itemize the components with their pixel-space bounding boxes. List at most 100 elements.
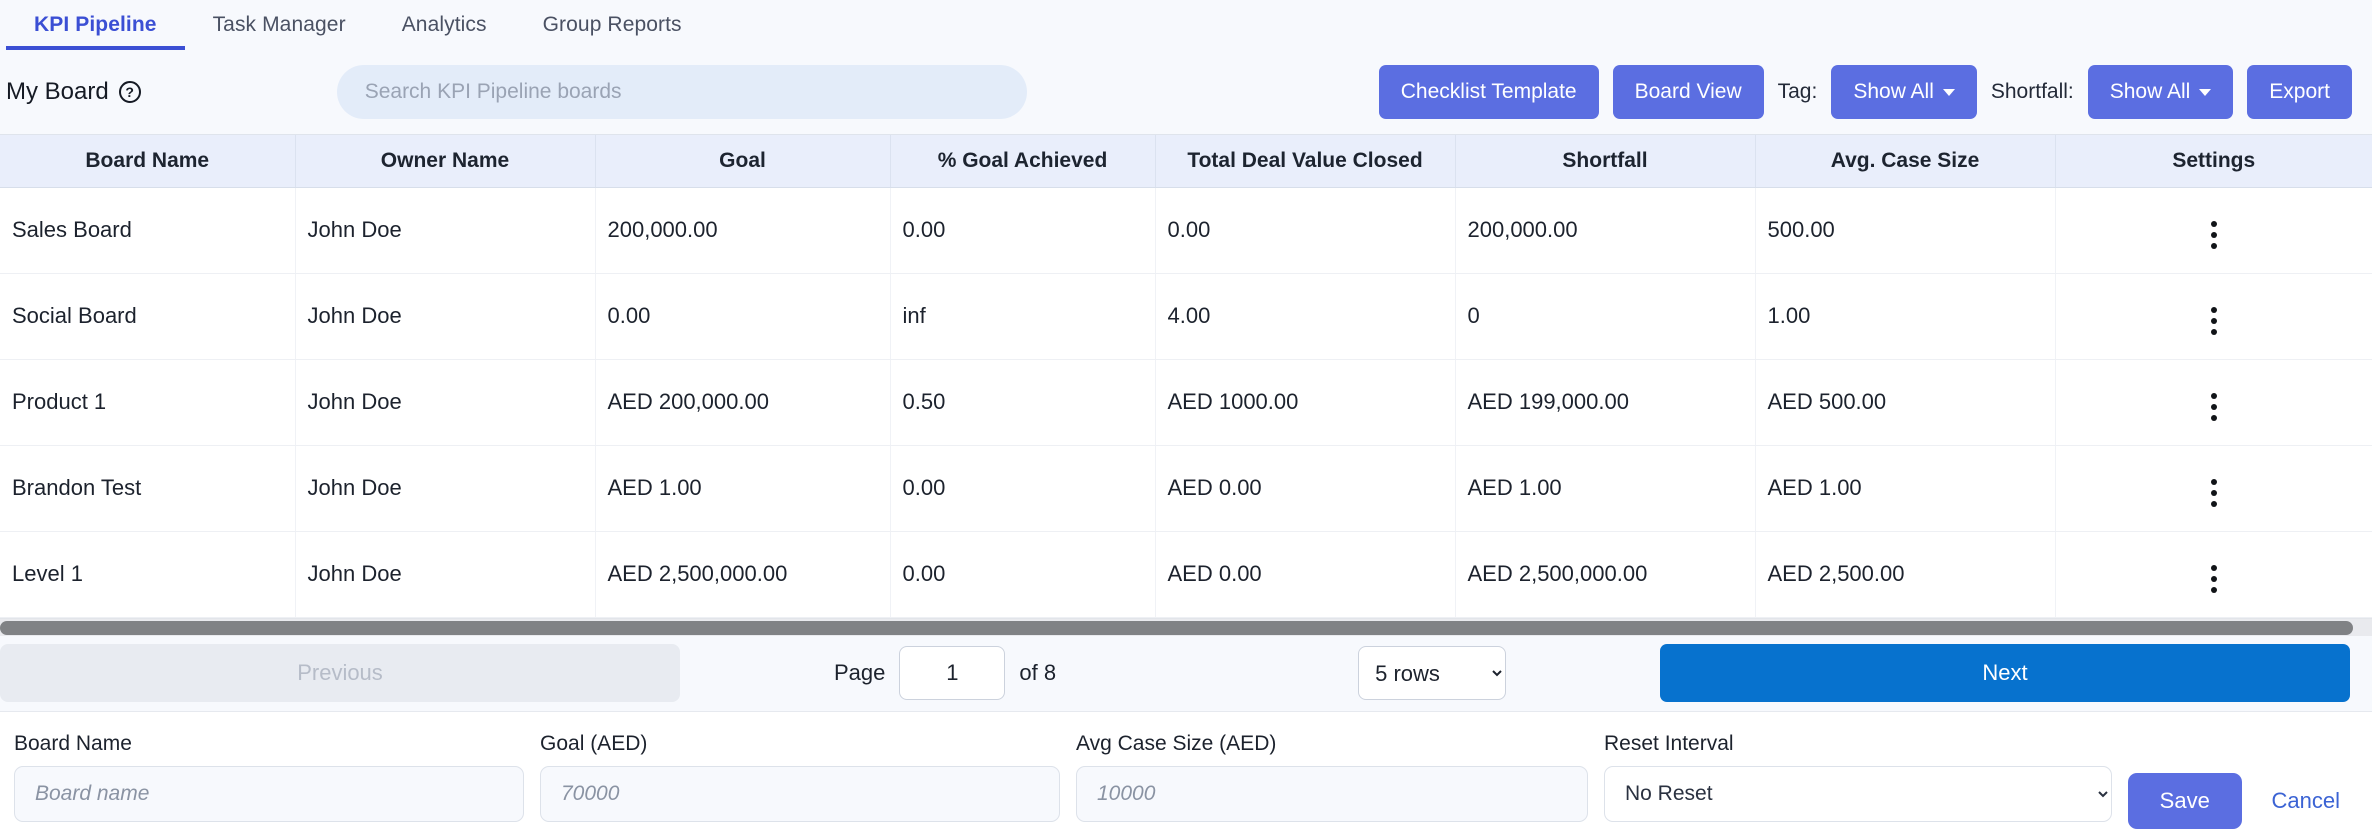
shortfall-filter-dropdown[interactable]: Show All xyxy=(2087,65,2234,119)
column-header-goal[interactable]: Goal xyxy=(595,135,891,188)
row-menu-icon[interactable] xyxy=(2201,389,2227,425)
avg-case-size-label: Avg Case Size (AED) xyxy=(1076,731,1277,755)
cell-shortfall: AED 199,000.00 xyxy=(1455,359,1756,446)
board-view-button[interactable]: Board View xyxy=(1612,65,1764,119)
cell-pct-goal: 0.00 xyxy=(890,187,1156,274)
tab-kpi-pipeline[interactable]: KPI Pipeline xyxy=(6,13,185,50)
save-button[interactable]: Save xyxy=(2128,772,2242,829)
kpi-table: Board Name Owner Name Goal % Goal Achiev… xyxy=(0,135,2372,618)
checklist-template-label: Checklist Template xyxy=(1400,80,1577,103)
table-row[interactable]: Sales Board John Doe 200,000.00 0.00 0.0… xyxy=(0,187,2372,274)
cell-avg-case: AED 1.00 xyxy=(1755,445,2056,532)
kpi-table-body: Sales Board John Doe 200,000.00 0.00 0.0… xyxy=(0,187,2372,618)
column-header-shortfall[interactable]: Shortfall xyxy=(1455,135,1756,188)
scrollbar-thumb[interactable] xyxy=(0,620,2354,635)
row-menu-icon[interactable] xyxy=(2201,217,2227,253)
cell-owner-name: John Doe xyxy=(295,273,596,360)
tab-group-reports[interactable]: Group Reports xyxy=(515,13,710,50)
cell-board-name: Social Board xyxy=(0,273,296,360)
cell-total-deal: 0.00 xyxy=(1155,187,1456,274)
reset-interval-select[interactable]: No ResetDailyWeeklyMonthlyQuarterlyYearl… xyxy=(1604,765,2112,822)
cell-goal: 200,000.00 xyxy=(595,187,891,274)
kpi-table-header: Board Name Owner Name Goal % Goal Achiev… xyxy=(0,135,2372,188)
export-button[interactable]: Export xyxy=(2247,65,2352,119)
cell-goal: AED 200,000.00 xyxy=(595,359,891,446)
cell-settings xyxy=(2055,273,2372,360)
search-input[interactable] xyxy=(336,65,1027,119)
page-number-input[interactable] xyxy=(899,646,1006,700)
board-heading: My Board ? xyxy=(6,78,141,106)
cell-total-deal: AED 1000.00 xyxy=(1155,359,1456,446)
kpi-table-container: Board Name Owner Name Goal % Goal Achiev… xyxy=(0,134,2372,618)
cell-pct-goal: 0.00 xyxy=(890,445,1156,532)
table-horizontal-scrollbar[interactable] xyxy=(0,617,2372,636)
avg-case-size-input[interactable] xyxy=(1076,765,1588,822)
cell-owner-name: John Doe xyxy=(295,359,596,446)
cell-total-deal: AED 0.00 xyxy=(1155,531,1456,618)
cell-total-deal: 4.00 xyxy=(1155,273,1456,360)
rows-per-page-select[interactable]: 5 rows10 rows25 rows50 rows xyxy=(1358,646,1507,700)
total-pages-label: of 8 xyxy=(1019,660,1057,685)
cell-goal: AED 2,500,000.00 xyxy=(595,531,891,618)
column-header-total-deal[interactable]: Total Deal Value Closed xyxy=(1155,135,1456,188)
column-header-pct-goal[interactable]: % Goal Achieved xyxy=(890,135,1156,188)
row-menu-icon[interactable] xyxy=(2201,561,2227,597)
tag-filter-value: Show All xyxy=(1853,80,1934,103)
cell-settings xyxy=(2055,359,2372,446)
page-title: My Board xyxy=(6,78,109,105)
field-reset-interval: Reset Interval No ResetDailyWeeklyMonthl… xyxy=(1604,732,2112,822)
column-header-avg-case[interactable]: Avg. Case Size xyxy=(1755,135,2056,188)
column-header-owner-name[interactable]: Owner Name xyxy=(295,135,596,188)
table-row[interactable]: Level 1 John Doe AED 2,500,000.00 0.00 A… xyxy=(0,531,2372,618)
chevron-down-icon xyxy=(1942,88,1955,96)
field-goal: Goal (AED) xyxy=(540,732,1060,822)
row-menu-icon[interactable] xyxy=(2201,475,2227,511)
field-board-name: Board Name xyxy=(14,732,524,822)
cell-goal: AED 1.00 xyxy=(595,445,891,532)
tab-task-manager[interactable]: Task Manager xyxy=(185,13,374,50)
cell-board-name: Brandon Test xyxy=(0,445,296,532)
cell-shortfall: AED 1.00 xyxy=(1455,445,1756,532)
cell-shortfall: 0 xyxy=(1455,273,1756,360)
tag-filter-label: Tag: xyxy=(1777,80,1818,103)
page-label: Page xyxy=(834,660,886,685)
board-toolbar: My Board ? Checklist Template Board View… xyxy=(0,50,2372,134)
goal-input[interactable] xyxy=(540,765,1060,822)
pagination-bar: Previous Page of 8 5 rows10 rows25 rows5… xyxy=(0,635,2372,712)
cell-avg-case: 500.00 xyxy=(1755,187,2056,274)
column-header-board-name[interactable]: Board Name xyxy=(0,135,296,188)
export-label: Export xyxy=(2269,80,2330,103)
cell-pct-goal: 0.50 xyxy=(890,359,1156,446)
cell-board-name: Level 1 xyxy=(0,531,296,618)
checklist-template-button[interactable]: Checklist Template xyxy=(1378,65,1599,119)
help-icon[interactable]: ? xyxy=(118,81,141,103)
chevron-down-icon xyxy=(2199,88,2212,96)
cell-shortfall: AED 2,500,000.00 xyxy=(1455,531,1756,618)
shortfall-filter-value: Show All xyxy=(2109,80,2191,103)
cell-board-name: Product 1 xyxy=(0,359,296,446)
cell-owner-name: John Doe xyxy=(295,531,596,618)
table-row[interactable]: Product 1 John Doe AED 200,000.00 0.50 A… xyxy=(0,359,2372,446)
cell-owner-name: John Doe xyxy=(295,187,596,274)
cell-avg-case: AED 2,500.00 xyxy=(1755,531,2056,618)
cancel-button[interactable]: Cancel xyxy=(2258,773,2354,829)
board-name-label: Board Name xyxy=(14,731,132,755)
cell-avg-case: AED 500.00 xyxy=(1755,359,2056,446)
tab-analytics[interactable]: Analytics xyxy=(374,13,515,50)
previous-page-button[interactable]: Previous xyxy=(0,644,680,702)
table-row[interactable]: Social Board John Doe 0.00 inf 4.00 0 1.… xyxy=(0,273,2372,360)
table-row[interactable]: Brandon Test John Doe AED 1.00 0.00 AED … xyxy=(0,445,2372,532)
board-view-label: Board View xyxy=(1634,80,1742,103)
column-header-settings: Settings xyxy=(2055,135,2372,188)
add-board-form: Board Name Goal (AED) Avg Case Size (AED… xyxy=(0,711,2372,840)
row-menu-icon[interactable] xyxy=(2201,303,2227,339)
cell-pct-goal: 0.00 xyxy=(890,531,1156,618)
page-indicator: Page of 8 xyxy=(834,646,1056,700)
cell-settings xyxy=(2055,531,2372,618)
next-page-button[interactable]: Next xyxy=(1660,644,2350,702)
board-name-input[interactable] xyxy=(14,765,524,822)
cell-shortfall: 200,000.00 xyxy=(1455,187,1756,274)
tag-filter-dropdown[interactable]: Show All xyxy=(1831,65,1977,119)
cell-owner-name: John Doe xyxy=(295,445,596,532)
header-row: Board Name Owner Name Goal % Goal Achiev… xyxy=(0,135,2372,188)
